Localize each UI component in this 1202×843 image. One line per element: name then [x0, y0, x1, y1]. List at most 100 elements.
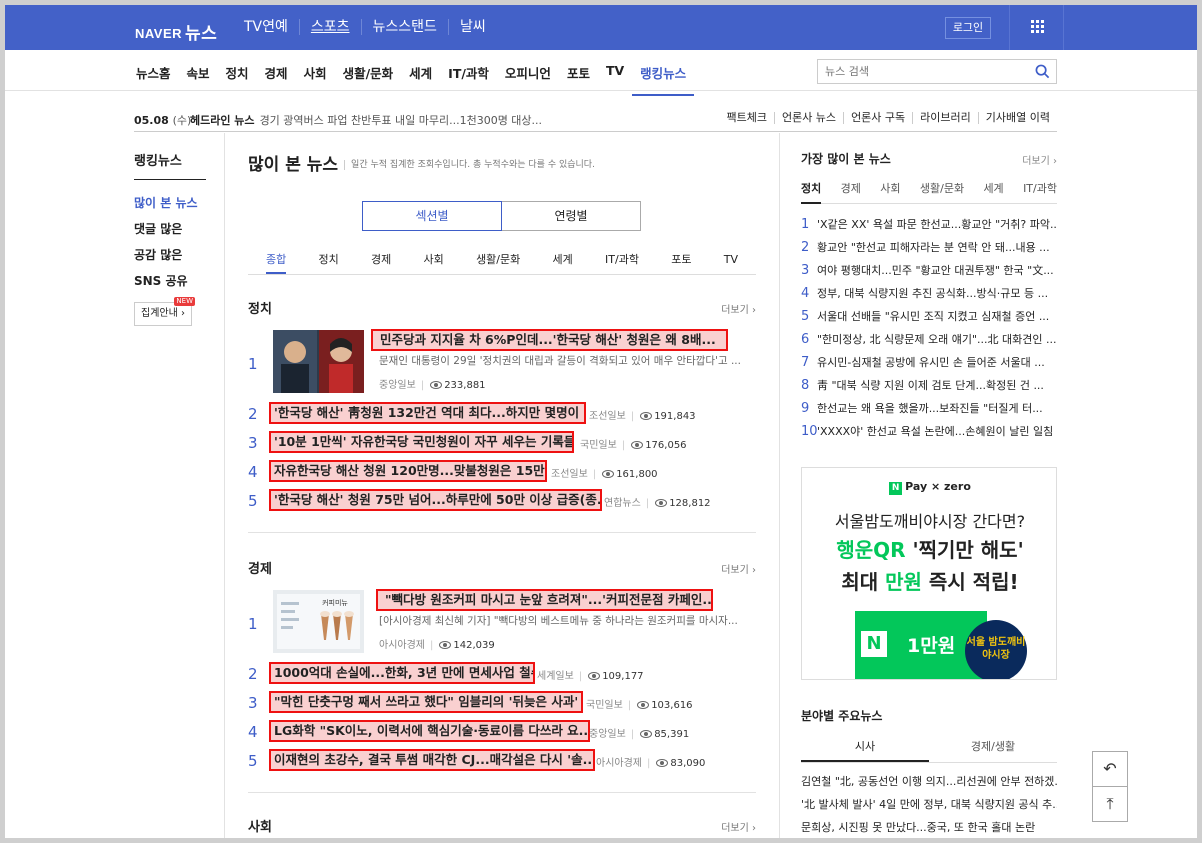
login-button[interactable]: 로그인: [945, 17, 991, 39]
ftab-economy-life[interactable]: 경제/생활: [929, 731, 1057, 762]
rtab-it[interactable]: IT/과학: [1023, 180, 1057, 203]
link-factcheck[interactable]: 팩트체크: [719, 112, 773, 124]
nav-item-breaking[interactable]: 속보: [179, 63, 218, 96]
link-press-subscribe[interactable]: 언론사 구독: [843, 112, 912, 124]
tab-society[interactable]: 사회: [424, 245, 444, 274]
advertisement-banner[interactable]: N Pay × zero 서울밤도깨비야시장 간다면? 행운QR '찍기만 해도'…: [801, 467, 1057, 680]
nav-item-it[interactable]: IT/과학: [440, 63, 497, 96]
news-title[interactable]: '한국당 해산' 靑청원 132만건 역대 최다...하지만 몇명이 ...: [269, 402, 586, 424]
news-title[interactable]: "막힌 단춧구멍 째서 쓰라고 했다" 임블리의 '뒤늦은 사과': [269, 691, 583, 713]
list-item-text[interactable]: 유시민-심재철 공방에 유시민 손 들어준 서울대 ...: [817, 356, 1045, 369]
press-name[interactable]: 세계일보: [537, 671, 574, 682]
more-link[interactable]: 더보기 ›: [1022, 152, 1057, 167]
link-arrangement-history[interactable]: 기사배열 이력: [977, 112, 1057, 124]
top-link-newsstand[interactable]: 뉴스스탠드: [360, 19, 448, 35]
nav-item-photo[interactable]: 포토: [559, 63, 598, 96]
tab-overall[interactable]: 종합: [266, 245, 287, 274]
list-item[interactable]: 문희상, 시진핑 못 만났다...중국, 또 한국 홀대 논란: [801, 816, 1057, 839]
press-name[interactable]: 중앙일보: [379, 380, 416, 391]
list-item[interactable]: 9 한선교는 왜 욕을 했을까...보좌진들 "터질게 터...: [801, 397, 1057, 420]
list-item[interactable]: 10'XXXX야' 한선교 욕설 논란에...손혜원이 날린 일침: [801, 420, 1057, 443]
headline-ticker[interactable]: 헤드라인 뉴스 경기 광역버스 파업 찬반투표 내일 마무리...1천300명 대…: [190, 112, 542, 128]
list-item[interactable]: '北 발사체 발사' 4일 만에 정부, 대북 식량지원 공식 추...: [801, 793, 1057, 816]
segment-age[interactable]: 연령별: [502, 201, 641, 231]
more-link[interactable]: 더보기 ›: [721, 819, 756, 834]
list-item[interactable]: 7 유시민-심재철 공방에 유시민 손 들어준 서울대 ...: [801, 351, 1057, 374]
list-item-text[interactable]: 'XXXX야' 한선교 욕설 논란에...손혜원이 날린 일침: [817, 425, 1053, 438]
nav-item-ranking[interactable]: 랭킹뉴스: [632, 63, 695, 96]
list-item[interactable]: 3 여야 평행대치...민주 "황교안 대권투쟁" 한국 "文...: [801, 259, 1057, 282]
tab-life[interactable]: 생활/문화: [476, 245, 520, 274]
nav-item-society[interactable]: 사회: [296, 63, 335, 96]
search-icon[interactable]: [1035, 64, 1050, 79]
aggregation-guide-button[interactable]: 집계안내 › NEW: [134, 297, 195, 326]
list-item[interactable]: 1 'X같은 XX' 욕설 파문 한선교...황교안 "거취? 파악...: [801, 213, 1057, 236]
ftab-current-affairs[interactable]: 시사: [801, 731, 929, 762]
list-item[interactable]: 김연철 "北, 공동선언 이행 의지...리선권에 안부 전하겠...: [801, 770, 1057, 793]
segment-section[interactable]: 섹션별: [362, 201, 502, 231]
list-item[interactable]: 2 황교안 "한선교 피해자라는 분 연락 안 돼...내용 ...: [801, 236, 1057, 259]
tab-economy[interactable]: 경제: [371, 245, 391, 274]
naver-news-logo[interactable]: NAVER 뉴스: [135, 18, 217, 43]
news-title[interactable]: 자유한국당 해산 청원 120만명...맞불청원은 15만명: [269, 460, 547, 482]
menu-most-comments[interactable]: 댓글 많은: [134, 216, 224, 242]
press-name[interactable]: 중앙일보: [589, 729, 626, 740]
list-item-text[interactable]: 황교안 "한선교 피해자라는 분 연락 안 돼...내용 ...: [817, 241, 1050, 254]
tab-politics[interactable]: 정치: [319, 245, 339, 274]
menu-most-likes[interactable]: 공감 많은: [134, 242, 224, 268]
rtab-economy[interactable]: 경제: [841, 180, 861, 203]
rtab-society[interactable]: 사회: [880, 180, 900, 203]
news-title[interactable]: "빽다방 원조커피 마시고 눈앞 흐려져"...'커피전문점 카페인...: [376, 589, 713, 611]
news-title[interactable]: 민주당과 지지율 차 6%P인데...'한국당 해산' 청원은 왜 8배...: [371, 329, 728, 351]
top-link-tv[interactable]: TV연예: [233, 19, 299, 35]
headline-text[interactable]: 경기 광역버스 파업 찬반투표 내일 마무리...1천300명 대상...: [260, 114, 542, 127]
list-item[interactable]: 6 "한미정상, 北 식량문제 오래 얘기"...北 대화견인 ...: [801, 328, 1057, 351]
list-item-text[interactable]: 서울대 선배들 "유시민 조직 지켰고 심재철 증언 ...: [817, 310, 1049, 323]
news-summary[interactable]: [아시아경제 최신혜 기자] "빽다방의 베스트메뉴 중 하나라는 원조커피를 …: [379, 613, 759, 628]
nav-item-life[interactable]: 생활/문화: [335, 63, 402, 96]
list-item-text[interactable]: 한선교는 왜 욕을 했을까...보좌진들 "터질게 터...: [817, 402, 1043, 415]
nav-item-economy[interactable]: 경제: [257, 63, 296, 96]
menu-sns-share[interactable]: SNS 공유: [134, 268, 224, 294]
nav-item-tv[interactable]: TV: [598, 63, 632, 96]
press-name[interactable]: 아시아경제: [379, 640, 425, 651]
top-link-sports[interactable]: 스포츠: [298, 19, 361, 35]
press-name[interactable]: 국민일보: [580, 440, 617, 451]
list-item-text[interactable]: 정부, 대북 식량지원 추진 공식화...방식·규모 등 ...: [817, 287, 1048, 300]
news-thumbnail[interactable]: [273, 330, 364, 393]
apps-grid-icon[interactable]: [1009, 5, 1064, 50]
rtab-politics[interactable]: 정치: [801, 180, 822, 204]
press-name[interactable]: 연합뉴스: [604, 498, 641, 509]
link-library[interactable]: 라이브러리: [912, 112, 978, 124]
rtab-world[interactable]: 세계: [983, 180, 1003, 203]
news-title[interactable]: LG화학 "SK이노, 이력서에 핵심기술·동료이름 다쓰라 요...: [269, 720, 590, 742]
news-title[interactable]: '한국당 해산' 청원 75만 넘어...하루만에 50만 이상 급증(종...: [269, 489, 602, 511]
list-item-text[interactable]: "한미정상, 北 식량문제 오래 얘기"...北 대화견인 ...: [817, 333, 1057, 346]
press-name[interactable]: 아시아경제: [596, 758, 642, 769]
more-link[interactable]: 더보기 ›: [721, 561, 756, 576]
news-summary[interactable]: 문재인 대통령이 29일 '정치권의 대립과 갈등이 격화되고 있어 매우 안타…: [379, 353, 759, 368]
list-item[interactable]: 8 靑 "대북 식량 지원 이제 검토 단계...확정된 건 ...: [801, 374, 1057, 397]
press-name[interactable]: 국민일보: [586, 700, 623, 711]
scroll-top-icon[interactable]: ⤒: [1092, 786, 1128, 822]
search-input[interactable]: [818, 60, 1023, 83]
list-item[interactable]: 5 서울대 선배들 "유시민 조직 지켰고 심재철 증언 ...: [801, 305, 1057, 328]
nav-item-world[interactable]: 세계: [401, 63, 440, 96]
menu-most-viewed[interactable]: 많이 본 뉴스: [134, 190, 224, 216]
news-title[interactable]: 1000억대 손실에...한화, 3년 만에 면세사업 철수: [269, 662, 535, 684]
press-name[interactable]: 조선일보: [589, 411, 626, 422]
more-link[interactable]: 더보기 ›: [721, 301, 756, 316]
tab-it[interactable]: IT/과학: [605, 245, 639, 274]
list-item-text[interactable]: 'X같은 XX' 욕설 파문 한선교...황교안 "거취? 파악...: [817, 218, 1057, 231]
top-link-weather[interactable]: 날씨: [447, 19, 497, 35]
list-item-text[interactable]: 여야 평행대치...민주 "황교안 대권투쟁" 한국 "文...: [817, 264, 1054, 277]
list-item-text[interactable]: 靑 "대북 식량 지원 이제 검토 단계...확정된 건 ...: [817, 379, 1044, 392]
nav-item-opinion[interactable]: 오피니언: [497, 63, 559, 96]
list-item[interactable]: 4 정부, 대북 식량지원 추진 공식화...방식·규모 등 ...: [801, 282, 1057, 305]
tab-world[interactable]: 세계: [553, 245, 573, 274]
news-thumbnail[interactable]: 커피미뉴: [273, 590, 364, 653]
tab-photo[interactable]: 포토: [671, 245, 691, 274]
press-name[interactable]: 조선일보: [551, 469, 588, 480]
undo-icon[interactable]: ↶: [1092, 751, 1128, 787]
news-title[interactable]: '10분 1만씩' 자유한국당 국민청원이 자꾸 세우는 기록들: [269, 431, 574, 453]
